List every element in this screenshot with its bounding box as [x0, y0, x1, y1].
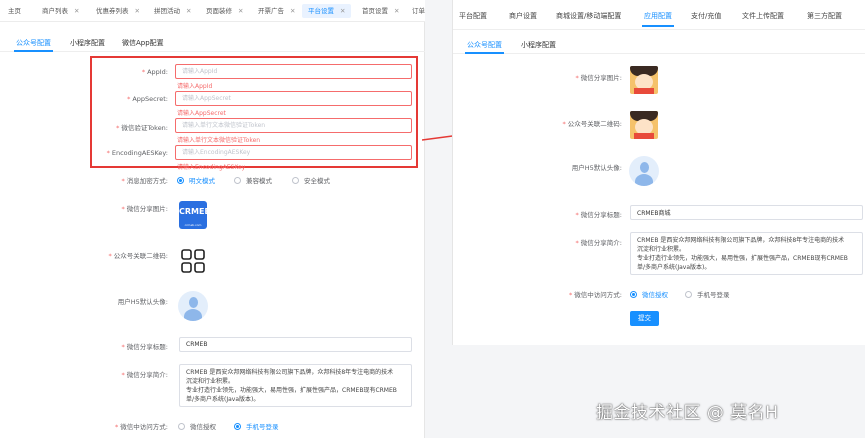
- sub-tab-mini-program[interactable]: 小程序配置: [521, 40, 556, 50]
- default-avatar[interactable]: [629, 156, 659, 186]
- tab-mall-mobile[interactable]: 商城设置/移动端配置: [556, 11, 621, 21]
- cartoon-shirt: [634, 88, 654, 94]
- right-sub-tabs: 公众号配置 小程序配置: [453, 36, 865, 54]
- share-title-input[interactable]: [179, 337, 412, 352]
- top-tab-ads[interactable]: 开票广告 ✕: [252, 4, 301, 18]
- share-image-logo[interactable]: CRMEB crmeb.com: [179, 201, 211, 229]
- tab-merchant[interactable]: 商户设置: [509, 11, 537, 21]
- qr-label: * 公众号关联二维码:: [562, 120, 622, 128]
- top-tab-home[interactable]: 主页: [2, 4, 27, 18]
- share-title-label: * 微信分享标题:: [121, 343, 168, 351]
- share-image-thumb[interactable]: [630, 66, 658, 94]
- submit-button[interactable]: 提交: [630, 311, 659, 326]
- top-tab-bar: 主页 商户列表 ✕ 优惠券列表 ✕ 拼团活动 ✕ 页面装修 ✕ 开票广告 ✕ 平台设置 ✕ …: [0, 0, 425, 22]
- left-panel: 主页 商户列表 ✕ 优惠券列表 ✕ 拼团活动 ✕ 页面装修 ✕ 开票广告 ✕ 平台设置 ✕ …: [0, 0, 425, 438]
- top-tab-orders[interactable]: 订单: [406, 4, 431, 18]
- radio-secure[interactable]: 安全模式: [292, 175, 330, 185]
- avatar-body: [184, 309, 202, 321]
- radio-phone-login[interactable]: 手机号登录: [234, 421, 279, 431]
- share-desc-textarea[interactable]: CRMEB 是西安众邦网络科技有限公司旗下品牌，众邦科技8年专注电商的技术 沉淀…: [179, 364, 412, 407]
- tab-payment[interactable]: 支付/充值: [691, 11, 721, 21]
- aeskey-input[interactable]: [175, 145, 412, 160]
- avatar-head: [639, 162, 649, 173]
- close-icon[interactable]: ✕: [135, 7, 140, 15]
- sub-tab-mini-program[interactable]: 小程序配置: [70, 38, 105, 48]
- qr-image-thumb[interactable]: [630, 111, 658, 139]
- right-panel: 平台配置 商户设置 商城设置/移动端配置 应用配置 支付/充值 文件上传配置 第…: [452, 0, 865, 345]
- appid-error: 请输入AppId: [177, 83, 213, 90]
- avatar-head: [188, 297, 198, 308]
- share-image-label: * 微信分享图片:: [575, 74, 622, 82]
- share-title-input[interactable]: [630, 205, 863, 220]
- sub-tab-official-account[interactable]: 公众号配置: [14, 38, 53, 52]
- close-icon[interactable]: ✕: [394, 7, 399, 15]
- top-tab-coupons[interactable]: 优惠券列表 ✕: [90, 4, 146, 18]
- radio-plaintext[interactable]: 明文模式: [177, 175, 215, 185]
- top-tab-group[interactable]: 拼团活动 ✕: [148, 4, 197, 18]
- config-sub-tabs: 公众号配置 小程序配置 微信App配置: [0, 34, 425, 52]
- aeskey-label: * EncodingAESKey:: [106, 149, 168, 157]
- close-icon[interactable]: ✕: [186, 7, 191, 15]
- avatar-body: [635, 174, 653, 186]
- avatar-label: 用户H5默认头像:: [571, 164, 622, 172]
- share-desc-textarea[interactable]: CRMEB 是西安众邦网络科技有限公司旗下品牌，众邦科技8年专注电商的技术 沉淀…: [630, 232, 863, 275]
- close-icon[interactable]: ✕: [238, 7, 243, 15]
- top-tab-platform-settings[interactable]: 平台设置 ✕: [302, 4, 352, 18]
- radio-dot: [178, 423, 185, 430]
- radio-dot: [234, 423, 241, 430]
- close-icon[interactable]: ✕: [74, 7, 79, 15]
- tab-app-config[interactable]: 应用配置: [642, 11, 674, 27]
- token-error: 请输入单行文本微信验证Token: [177, 137, 261, 144]
- login-label: * 微信中访问方式:: [569, 291, 622, 299]
- radio-dot: [292, 177, 299, 184]
- default-avatar[interactable]: [178, 291, 208, 321]
- radio-dot: [177, 177, 184, 184]
- qr-label: * 公众号关联二维码:: [108, 252, 168, 260]
- settings-tabs: 平台配置 商户设置 商城设置/移动端配置 应用配置 支付/充值 文件上传配置 第…: [453, 0, 865, 30]
- tab-platform[interactable]: 平台配置: [459, 11, 487, 21]
- radio-wechat-auth[interactable]: 微信授权: [630, 289, 668, 299]
- radio-dot: [685, 291, 692, 298]
- radio-compatible[interactable]: 兼容模式: [234, 175, 272, 185]
- appsecret-input[interactable]: [175, 91, 412, 106]
- top-tab-decor[interactable]: 页面装修 ✕: [200, 4, 249, 18]
- appid-input[interactable]: [175, 64, 412, 79]
- token-input[interactable]: [175, 118, 412, 133]
- share-image-label: * 微信分享图片:: [121, 205, 168, 213]
- sub-tab-official-account[interactable]: 公众号配置: [465, 40, 504, 54]
- watermark: 掘金技术社区 @ 莫名H: [596, 403, 779, 423]
- top-tab-merchants[interactable]: 商户列表 ✕: [36, 4, 85, 18]
- aeskey-error: 请输入EncodingAESKey: [177, 164, 246, 171]
- radio-dot: [234, 177, 241, 184]
- encrypt-label: * 消息加密方式:: [121, 177, 168, 185]
- radio-dot: [630, 291, 637, 298]
- appsecret-error: 请输入AppSecret: [177, 110, 226, 117]
- close-icon[interactable]: ✕: [290, 7, 295, 15]
- tab-third-party[interactable]: 第三方配置: [807, 11, 842, 21]
- share-desc-label: * 微信分享简介:: [121, 371, 168, 379]
- share-desc-label: * 微信分享简介:: [575, 239, 622, 247]
- appid-label: * AppId:: [141, 68, 168, 76]
- avatar-label: 用户H5默认头像:: [117, 298, 168, 306]
- token-label: * 微信验证Token:: [116, 124, 168, 132]
- share-title-label: * 微信分享标题:: [575, 211, 622, 219]
- appsecret-label: * AppSecret:: [127, 95, 168, 103]
- radio-phone-login[interactable]: 手机号登录: [685, 289, 730, 299]
- login-label: * 微信中访问方式:: [115, 423, 168, 431]
- close-icon[interactable]: ✕: [340, 7, 345, 15]
- tab-upload[interactable]: 文件上传配置: [742, 11, 784, 21]
- qr-code-icon[interactable]: [180, 248, 206, 274]
- radio-wechat-auth[interactable]: 微信授权: [178, 421, 216, 431]
- top-tab-home-settings[interactable]: 首页设置 ✕: [356, 4, 405, 18]
- cartoon-shirt: [634, 133, 654, 139]
- sub-tab-wechat-app[interactable]: 微信App配置: [122, 38, 164, 48]
